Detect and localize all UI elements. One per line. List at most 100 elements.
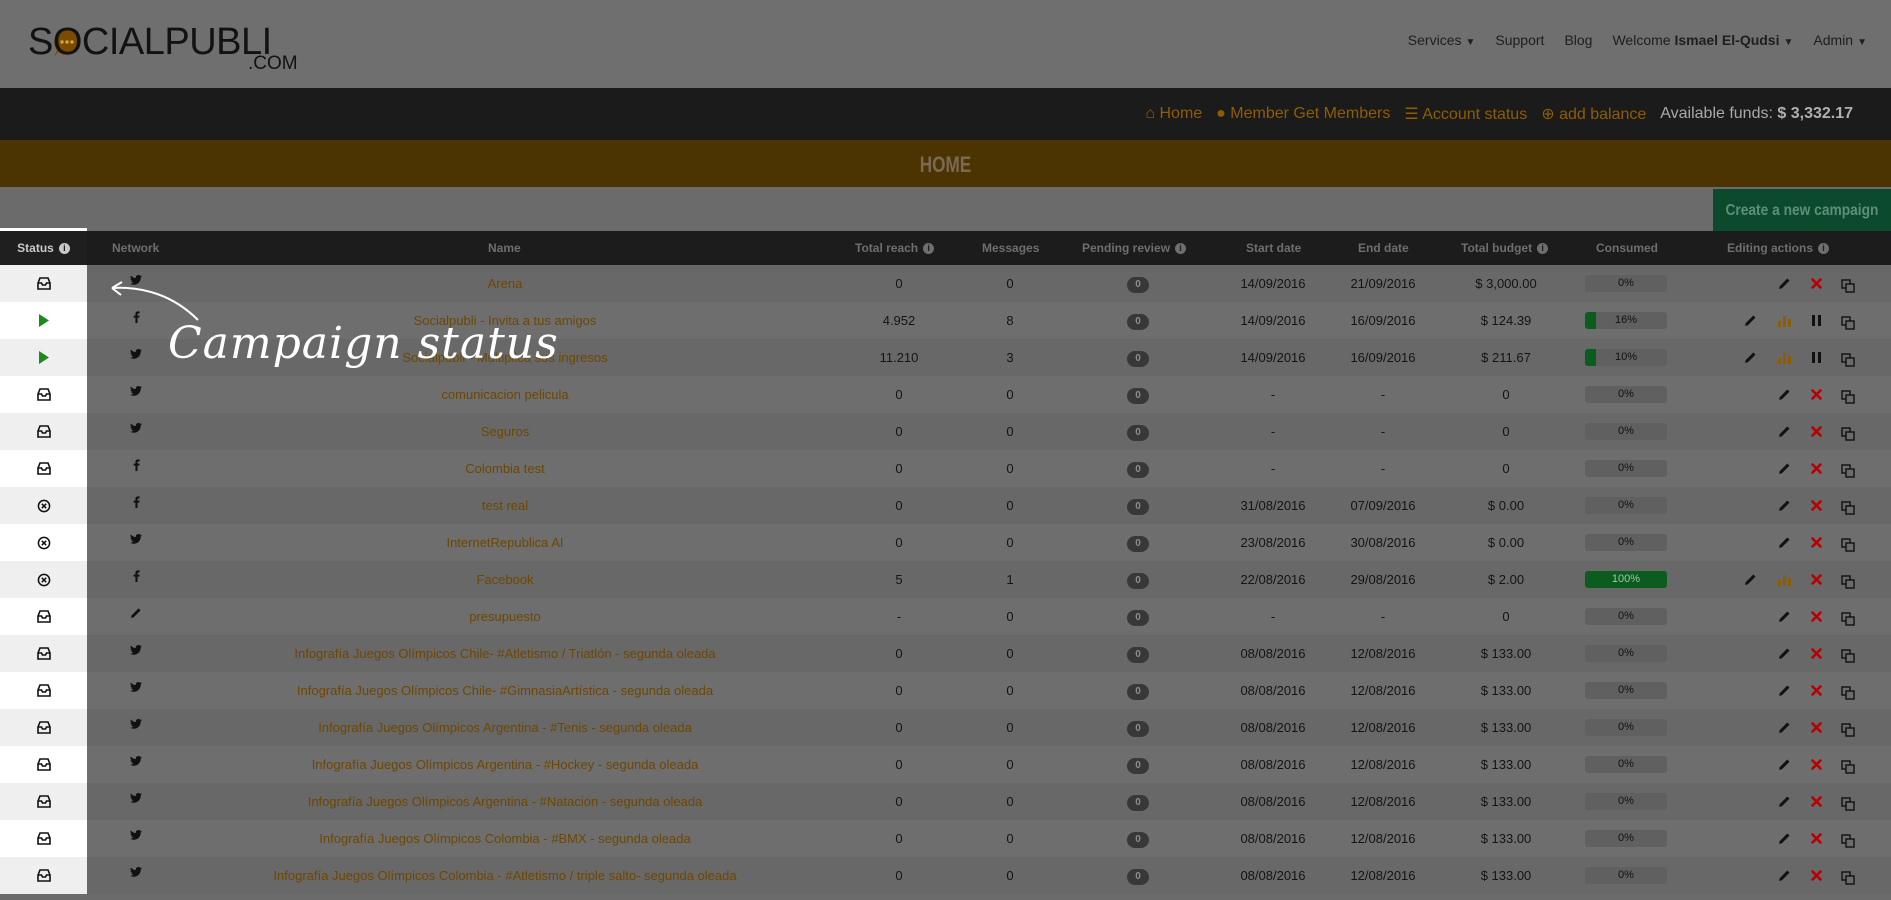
- copy-icon[interactable]: [1838, 600, 1858, 637]
- campaign-name-link[interactable]: Infografía Juegos Olímpicos Chile- #Atle…: [180, 635, 830, 672]
- status-cell[interactable]: [0, 413, 87, 450]
- copy-icon[interactable]: [1838, 748, 1858, 785]
- status-cell[interactable]: [0, 783, 87, 820]
- status-cell[interactable]: [0, 561, 87, 598]
- copy-icon[interactable]: [1838, 563, 1858, 600]
- nav-blog[interactable]: Blog: [1564, 32, 1592, 48]
- copy-icon[interactable]: [1838, 489, 1858, 526]
- delete-icon[interactable]: [1806, 709, 1826, 746]
- delete-icon[interactable]: [1806, 265, 1826, 302]
- edit-icon[interactable]: [1774, 376, 1794, 413]
- edit-icon[interactable]: [1774, 524, 1794, 561]
- campaign-name-link[interactable]: Infografía Juegos Olímpicos Chile- #Gimn…: [180, 672, 830, 709]
- edit-icon[interactable]: [1774, 783, 1794, 820]
- delete-icon[interactable]: [1806, 598, 1826, 635]
- status-cell[interactable]: [0, 487, 87, 524]
- nav-services[interactable]: Services ▼: [1408, 32, 1476, 48]
- th-status[interactable]: Status i: [0, 228, 87, 265]
- account-status-link[interactable]: ☰ Account status: [1404, 104, 1527, 124]
- copy-icon[interactable]: [1838, 785, 1858, 822]
- delete-icon[interactable]: [1806, 450, 1826, 487]
- edit-icon[interactable]: [1774, 709, 1794, 746]
- stats-icon[interactable]: [1774, 561, 1794, 598]
- delete-icon[interactable]: [1806, 820, 1826, 857]
- member-get-members-link[interactable]: ● Member Get Members: [1216, 105, 1390, 123]
- campaign-name-link[interactable]: Infografía Juegos Olímpicos Colombia - #…: [180, 857, 830, 894]
- status-cell[interactable]: [0, 265, 87, 302]
- edit-icon[interactable]: [1774, 672, 1794, 709]
- campaign-name-link[interactable]: Infografía Juegos Olímpicos Argentina - …: [180, 746, 830, 783]
- status-cell[interactable]: [0, 376, 87, 413]
- delete-icon[interactable]: [1806, 413, 1826, 450]
- status-cell[interactable]: [0, 672, 87, 709]
- copy-icon[interactable]: [1838, 267, 1858, 304]
- info-icon[interactable]: i: [1175, 243, 1187, 255]
- pause-icon[interactable]: [1806, 339, 1826, 376]
- status-cell[interactable]: [0, 339, 87, 376]
- edit-icon[interactable]: [1774, 820, 1794, 857]
- info-icon[interactable]: i: [923, 243, 935, 255]
- add-balance-link[interactable]: ⊕ add balance: [1541, 104, 1646, 124]
- edit-icon[interactable]: [1774, 265, 1794, 302]
- campaign-name-link[interactable]: comunicacion pelicula: [180, 376, 830, 413]
- delete-icon[interactable]: [1806, 857, 1826, 894]
- campaign-name-link[interactable]: Arena: [180, 265, 830, 302]
- campaign-name-link[interactable]: presupuesto: [180, 598, 830, 635]
- nav-admin[interactable]: Admin ▼: [1813, 32, 1867, 48]
- info-icon[interactable]: i: [1818, 243, 1830, 255]
- copy-icon[interactable]: [1838, 378, 1858, 415]
- status-cell[interactable]: [0, 857, 87, 894]
- delete-icon[interactable]: [1806, 487, 1826, 524]
- delete-icon[interactable]: [1806, 635, 1826, 672]
- stats-icon[interactable]: [1774, 302, 1794, 339]
- copy-icon[interactable]: [1838, 526, 1858, 563]
- edit-icon[interactable]: [1740, 302, 1760, 339]
- edit-icon[interactable]: [1774, 450, 1794, 487]
- info-icon[interactable]: i: [1537, 243, 1549, 255]
- copy-icon[interactable]: [1838, 859, 1858, 896]
- delete-icon[interactable]: [1806, 783, 1826, 820]
- edit-icon[interactable]: [1774, 487, 1794, 524]
- status-cell[interactable]: [0, 598, 87, 635]
- info-icon[interactable]: i: [58, 243, 70, 255]
- delete-icon[interactable]: [1806, 672, 1826, 709]
- stats-icon[interactable]: [1774, 339, 1794, 376]
- edit-icon[interactable]: [1774, 746, 1794, 783]
- copy-icon[interactable]: [1838, 341, 1858, 378]
- campaign-name-link[interactable]: test real: [180, 487, 830, 524]
- delete-icon[interactable]: [1806, 376, 1826, 413]
- pause-icon[interactable]: [1806, 302, 1826, 339]
- copy-icon[interactable]: [1838, 304, 1858, 341]
- status-cell[interactable]: [0, 450, 87, 487]
- status-cell[interactable]: [0, 302, 87, 339]
- campaign-name-link[interactable]: Facebook: [180, 561, 830, 598]
- status-cell[interactable]: [0, 524, 87, 561]
- campaign-name-link[interactable]: Infografía Juegos Olímpicos Argentina - …: [180, 709, 830, 746]
- status-cell[interactable]: [0, 635, 87, 672]
- status-cell[interactable]: [0, 820, 87, 857]
- edit-icon[interactable]: [1774, 598, 1794, 635]
- campaign-name-link[interactable]: Seguros: [180, 413, 830, 450]
- campaign-name-link[interactable]: InternetRepublica AI: [180, 524, 830, 561]
- nav-support[interactable]: Support: [1495, 32, 1544, 48]
- delete-icon[interactable]: [1806, 524, 1826, 561]
- delete-icon[interactable]: [1806, 561, 1826, 598]
- copy-icon[interactable]: [1838, 711, 1858, 748]
- status-cell[interactable]: [0, 746, 87, 783]
- home-link[interactable]: ⌂ Home: [1145, 105, 1202, 123]
- delete-icon[interactable]: [1806, 746, 1826, 783]
- copy-icon[interactable]: [1838, 822, 1858, 859]
- copy-icon[interactable]: [1838, 415, 1858, 452]
- status-cell[interactable]: [0, 709, 87, 746]
- logo[interactable]: SOCIALPUBLI .COM: [28, 20, 308, 76]
- copy-icon[interactable]: [1838, 452, 1858, 489]
- nav-user-menu[interactable]: Welcome Ismael El-Qudsi ▼: [1612, 32, 1793, 48]
- campaign-name-link[interactable]: Colombia test: [180, 450, 830, 487]
- edit-icon[interactable]: [1774, 635, 1794, 672]
- copy-icon[interactable]: [1838, 674, 1858, 711]
- create-campaign-button[interactable]: Create a new campaign: [1713, 189, 1891, 233]
- copy-icon[interactable]: [1838, 637, 1858, 674]
- campaign-name-link[interactable]: Infografía Juegos Olímpicos Colombia - #…: [180, 820, 830, 857]
- edit-icon[interactable]: [1774, 857, 1794, 894]
- edit-icon[interactable]: [1774, 413, 1794, 450]
